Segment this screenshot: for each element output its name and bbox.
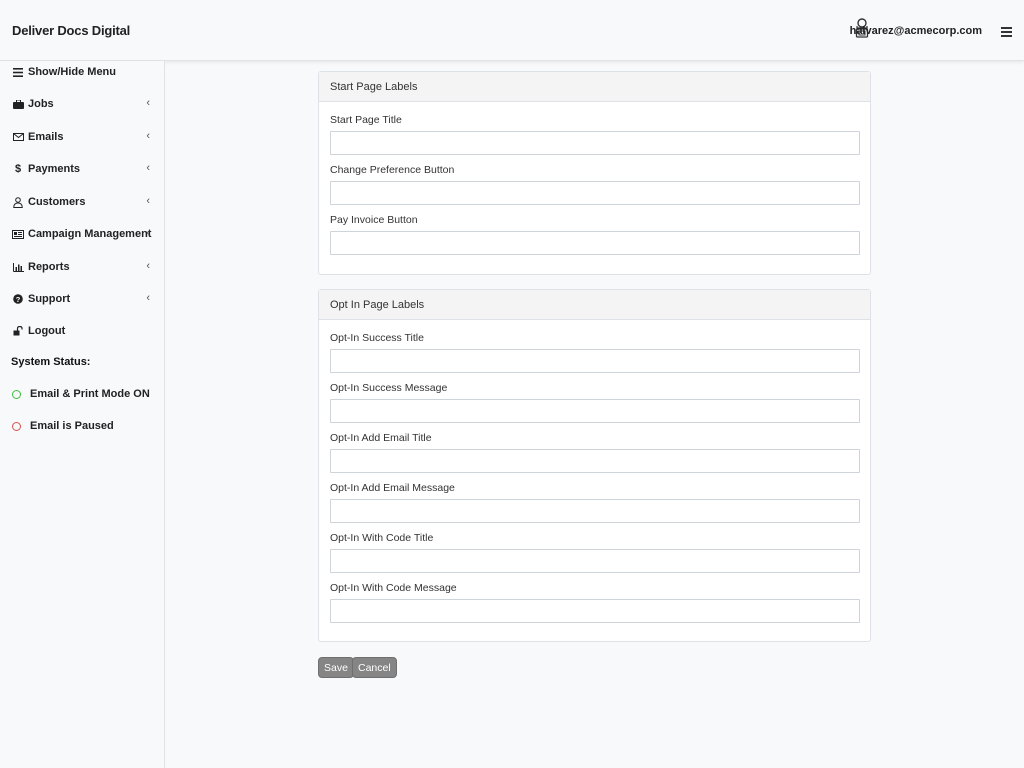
field-label: Opt-In Add Email Message <box>330 482 455 494</box>
change-preference-button-input[interactable] <box>330 181 860 205</box>
pay-invoice-button-input[interactable] <box>330 231 860 255</box>
sidebar-item-emails[interactable]: Emails ‹ <box>12 127 158 147</box>
chevron-left-icon: ‹ <box>146 195 150 207</box>
status-email-paused: Email is Paused <box>12 418 114 434</box>
user-email[interactable]: halvarez@acmecorp.com <box>850 25 982 37</box>
sidebar-item-customers[interactable]: Customers ‹ <box>12 192 158 212</box>
dollar-icon: $ <box>14 163 22 175</box>
chevron-left-icon: ‹ <box>146 260 150 272</box>
status-label: Email is Paused <box>30 420 114 432</box>
field-label: Opt-In Success Title <box>330 332 424 344</box>
opt-in-add-email-message-field: Opt-In Add Email Message <box>330 482 860 523</box>
bar-chart-icon <box>12 262 24 272</box>
unlock-icon <box>12 326 24 336</box>
sidebar-item-label: Jobs <box>28 98 54 110</box>
save-button[interactable]: Save <box>318 657 354 678</box>
status-paused-icon <box>12 421 21 431</box>
sidebar-item-logout[interactable]: Logout <box>12 321 158 341</box>
sidebar-item-support[interactable]: ? Support ‹ <box>12 289 158 309</box>
sidebar-item-label: Show/Hide Menu <box>28 66 116 78</box>
menu-icon <box>12 67 24 77</box>
field-label: Start Page Title <box>330 114 402 126</box>
sidebar-item-label: Logout <box>28 325 66 337</box>
change-preference-button-field: Change Preference Button <box>330 164 860 205</box>
start-page-labels-card: Start Page Labels Start Page Title Chang… <box>318 71 871 275</box>
field-label: Opt-In Success Message <box>330 382 448 394</box>
system-status-heading: System Status: <box>11 356 91 368</box>
envelope-icon <box>12 133 24 141</box>
pay-invoice-button-field: Pay Invoice Button <box>330 214 860 255</box>
user-icon <box>12 196 24 208</box>
opt-in-success-message-field: Opt-In Success Message <box>330 382 860 423</box>
sidebar-item-label: Emails <box>28 131 64 143</box>
status-label: Email & Print Mode ON <box>30 388 150 400</box>
brand-title[interactable]: Deliver Docs Digital <box>12 23 130 38</box>
status-on-icon <box>12 389 21 399</box>
field-label: Pay Invoice Button <box>330 214 418 226</box>
field-label: Change Preference Button <box>330 164 455 176</box>
sidebar-item-label: Customers <box>28 196 86 208</box>
field-label: Opt-In With Code Title <box>330 532 434 544</box>
sidebar-item-jobs[interactable]: Jobs ‹ <box>12 94 158 114</box>
opt-in-success-title-input[interactable] <box>330 349 860 373</box>
sidebar-item-label: Payments <box>28 163 80 175</box>
start-page-title-input[interactable] <box>330 131 860 155</box>
field-label: Opt-In Add Email Title <box>330 432 432 444</box>
sidebar-item-campaign-management[interactable]: Campaign Management ‹ <box>12 224 158 244</box>
cancel-button[interactable]: Cancel <box>352 657 397 678</box>
field-label: Opt-In With Code Message <box>330 582 457 594</box>
sidebar-item-label: Campaign Management <box>28 228 152 240</box>
opt-in-with-code-message-input[interactable] <box>330 599 860 623</box>
svg-text:?: ? <box>16 295 21 304</box>
opt-in-with-code-title-input[interactable] <box>330 549 860 573</box>
sidebar-item-show-hide-menu[interactable]: Show/Hide Menu <box>12 62 158 82</box>
opt-in-success-message-input[interactable] <box>330 399 860 423</box>
chevron-left-icon: ‹ <box>146 97 150 109</box>
sidebar-item-label: Support <box>28 293 71 305</box>
question-circle-icon: ? <box>12 294 24 304</box>
opt-in-add-email-title-field: Opt-In Add Email Title <box>330 432 860 473</box>
sidebar: Show/Hide Menu Jobs ‹ Emails ‹ $ Payment… <box>0 61 165 768</box>
sidebar-item-reports[interactable]: Reports ‹ <box>12 257 158 277</box>
status-email-print-mode: Email & Print Mode ON <box>12 386 150 402</box>
sidebar-item-payments[interactable]: $ Payments ‹ <box>12 159 158 179</box>
opt-in-add-email-title-input[interactable] <box>330 449 860 473</box>
chevron-left-icon: ‹ <box>146 227 150 239</box>
chevron-left-icon: ‹ <box>146 130 150 142</box>
opt-in-success-title-field: Opt-In Success Title <box>330 332 860 373</box>
card-header: Start Page Labels <box>319 72 870 102</box>
opt-in-with-code-title-field: Opt-In With Code Title <box>330 532 860 573</box>
sidebar-item-label: Reports <box>28 261 70 273</box>
newspaper-icon <box>12 229 24 239</box>
card-header: Opt In Page Labels <box>319 290 870 320</box>
start-page-title-field: Start Page Title <box>330 114 860 155</box>
opt-in-page-labels-card: Opt In Page Labels Opt-In Success Title … <box>318 289 871 642</box>
hamburger-menu-icon[interactable] <box>1001 27 1012 37</box>
opt-in-with-code-message-field: Opt-In With Code Message <box>330 582 860 623</box>
opt-in-add-email-message-input[interactable] <box>330 499 860 523</box>
briefcase-icon <box>12 99 24 109</box>
top-navbar: Deliver Docs Digital halvarez@acmecorp.c… <box>0 0 1024 61</box>
chevron-left-icon: ‹ <box>146 292 150 304</box>
chevron-left-icon: ‹ <box>146 162 150 174</box>
